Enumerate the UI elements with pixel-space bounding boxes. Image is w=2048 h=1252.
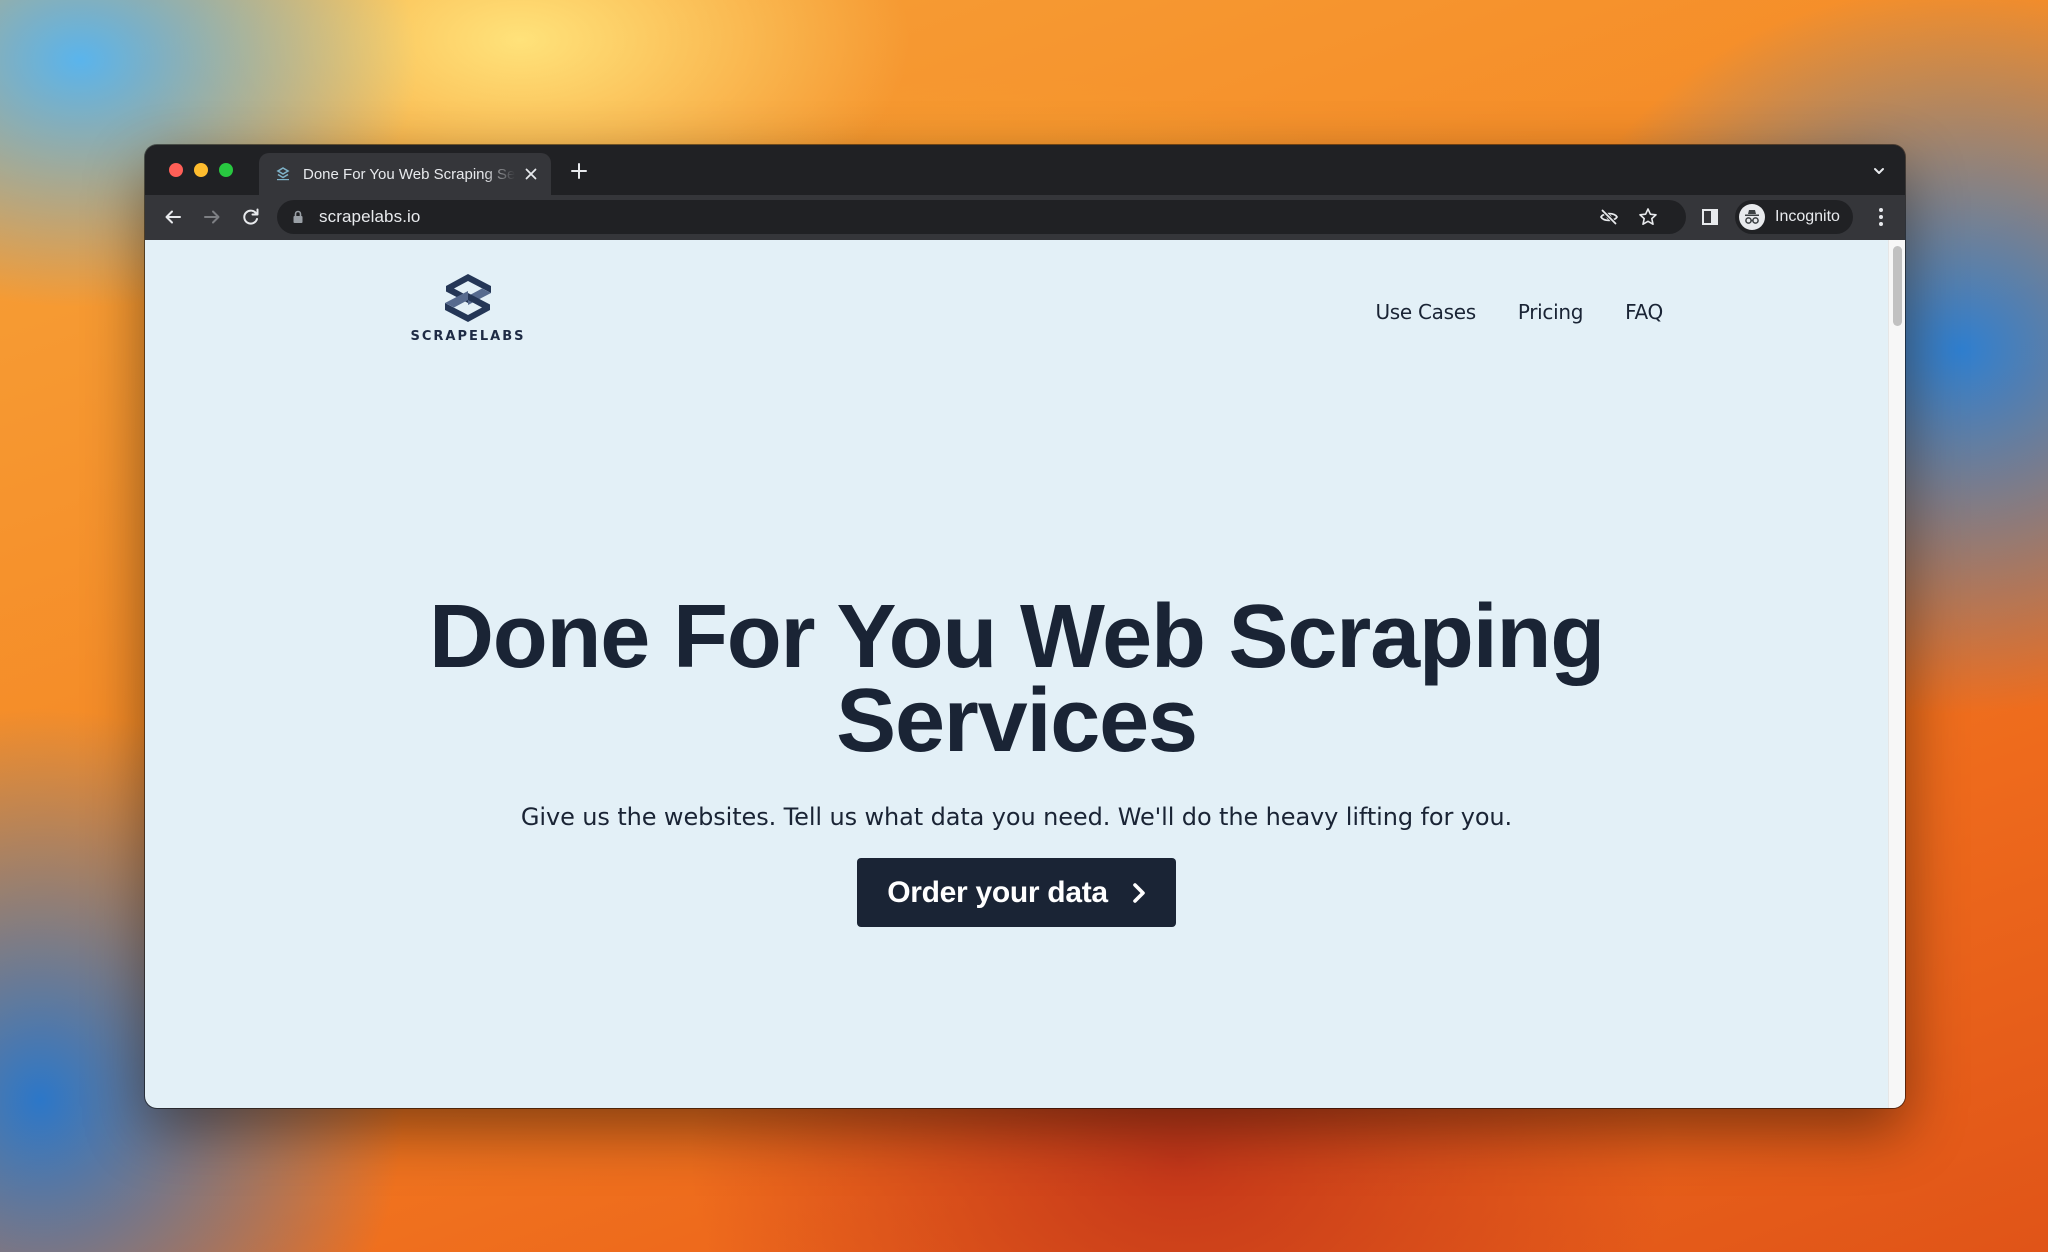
side-panel-button[interactable] <box>1700 207 1720 227</box>
browser-toolbar: scrapelabs.io Incognito <box>145 195 1905 240</box>
reload-icon <box>243 208 259 225</box>
window-maximize-button[interactable] <box>219 163 233 177</box>
incognito-icon <box>1739 204 1765 230</box>
chevron-right-icon <box>1132 882 1146 904</box>
scrapelabs-favicon-icon <box>275 166 291 182</box>
hero-title: Done For You Web Scraping Services <box>145 592 1888 766</box>
plus-icon <box>571 163 587 179</box>
page-scrollbar[interactable] <box>1888 240 1905 1108</box>
tab-close-icon[interactable] <box>521 164 541 184</box>
window-controls <box>169 163 233 177</box>
tab-search-button[interactable] <box>1869 161 1889 181</box>
nav-link-use-cases[interactable]: Use Cases <box>1375 300 1476 324</box>
scrapelabs-logo-icon <box>445 274 491 322</box>
order-data-label: Order your data <box>887 875 1108 909</box>
nav-link-pricing[interactable]: Pricing <box>1518 300 1584 324</box>
hero-title-line-2: Services <box>836 671 1198 771</box>
address-bar[interactable]: scrapelabs.io <box>277 200 1686 234</box>
arrow-right-icon <box>204 210 220 224</box>
chevron-down-icon <box>1874 168 1884 174</box>
forward-button[interactable] <box>200 205 224 229</box>
eye-off-icon[interactable] <box>1599 207 1619 227</box>
url-text[interactable]: scrapelabs.io <box>319 207 420 227</box>
profile-label: Incognito <box>1775 208 1840 225</box>
back-button[interactable] <box>161 205 185 229</box>
more-vertical-icon <box>1879 208 1883 212</box>
side-panel-icon <box>1702 209 1718 225</box>
page-content: SCRAPELABS Use Cases Pricing FAQ Done Fo… <box>145 240 1905 1108</box>
tab-strip: Done For You Web Scraping Services <box>145 145 1905 195</box>
lock-icon[interactable] <box>291 210 305 224</box>
browser-menu-button[interactable] <box>1871 206 1891 228</box>
hero-section: Done For You Web Scraping Services Give … <box>145 592 1888 927</box>
bookmark-star-icon[interactable] <box>1638 207 1658 227</box>
logo-wordmark: SCRAPELABS <box>410 329 526 344</box>
browser-tab-active[interactable]: Done For You Web Scraping Services <box>259 153 551 195</box>
tab-title: Done For You Web Scraping Services <box>303 165 515 183</box>
window-minimize-button[interactable] <box>194 163 208 177</box>
profile-incognito-button[interactable]: Incognito <box>1735 200 1853 234</box>
browser-window: Done For You Web Scraping Services scrap… <box>145 145 1905 1108</box>
main-nav: Use Cases Pricing FAQ <box>1375 300 1663 324</box>
scrollbar-thumb[interactable] <box>1893 246 1902 326</box>
site-logo[interactable]: SCRAPELABS <box>408 272 528 344</box>
new-tab-button[interactable] <box>565 158 593 186</box>
reload-button[interactable] <box>239 205 263 229</box>
order-data-button[interactable]: Order your data <box>857 858 1176 927</box>
arrow-left-icon <box>165 210 181 224</box>
window-close-button[interactable] <box>169 163 183 177</box>
nav-link-faq[interactable]: FAQ <box>1625 300 1663 324</box>
hero-subtitle: Give us the websites. Tell us what data … <box>520 803 1513 831</box>
